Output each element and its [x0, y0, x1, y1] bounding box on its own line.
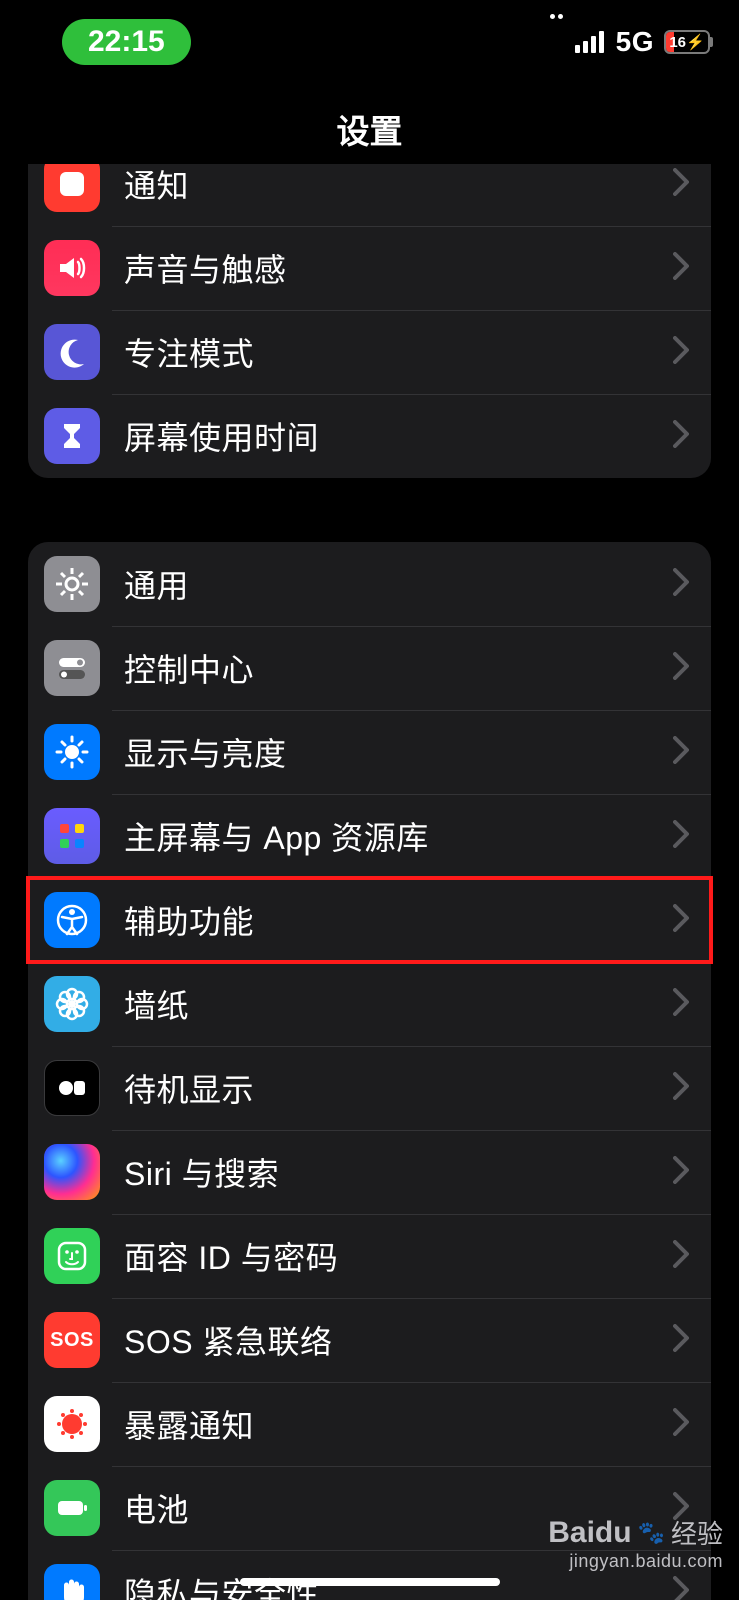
settings-row-standby[interactable]: 待机显示	[28, 1046, 711, 1130]
toggles-icon	[44, 640, 100, 696]
settings-row-label: 辅助功能	[124, 897, 651, 943]
settings-row-hourglass[interactable]: 屏幕使用时间	[28, 394, 711, 478]
settings-row-grid[interactable]: 主屏幕与 App 资源库	[28, 794, 711, 878]
chevron-right-icon	[651, 252, 711, 285]
flower-icon	[44, 976, 100, 1032]
watermark-suffix: 经验	[671, 1514, 723, 1551]
status-bar: 22:15 5G 16⚡	[0, 0, 739, 84]
settings-row-label: 墙纸	[124, 981, 651, 1027]
moon-icon	[44, 324, 100, 380]
settings-row-label: 屏幕使用时间	[124, 413, 651, 459]
chevron-right-icon	[651, 1156, 711, 1189]
settings-row-sos[interactable]: SOS SOS 紧急联络	[28, 1298, 711, 1382]
chevron-right-icon	[651, 1240, 711, 1273]
chevron-right-icon	[651, 1072, 711, 1105]
settings-row-label: 暴露通知	[124, 1401, 651, 1447]
settings-scroll[interactable]: 通知声音与触感专注模式屏幕使用时间 通用控制中心显示与亮度主屏幕与 App 资源…	[0, 164, 739, 1600]
standby-icon	[44, 1060, 100, 1116]
signal-bars-icon	[575, 31, 604, 53]
settings-row-label: Siri 与搜索	[124, 1149, 651, 1195]
gear-icon	[44, 556, 100, 612]
settings-row-label: 专注模式	[124, 329, 651, 375]
chevron-right-icon	[651, 1408, 711, 1441]
accessibility-icon	[44, 892, 100, 948]
nav-bar: 设置	[0, 94, 739, 164]
settings-row-notifications[interactable]: 通知	[28, 164, 711, 226]
chevron-right-icon	[651, 168, 711, 201]
settings-row-label: 面容 ID 与密码	[124, 1233, 651, 1279]
home-indicator[interactable]	[240, 1578, 500, 1586]
settings-row-flower[interactable]: 墙纸	[28, 962, 711, 1046]
network-type: 5G	[616, 26, 654, 58]
battery-icon	[44, 1480, 100, 1536]
battery-indicator: 16⚡	[664, 30, 713, 54]
settings-row-label: 待机显示	[124, 1065, 651, 1111]
paw-icon: 🐾	[638, 1520, 665, 1546]
settings-row-gear[interactable]: 通用	[28, 542, 711, 626]
siri-icon	[44, 1144, 100, 1200]
chevron-right-icon	[651, 1576, 711, 1600]
status-right: 5G 16⚡	[550, 26, 713, 58]
chevron-right-icon	[651, 420, 711, 453]
settings-row-label: 控制中心	[124, 645, 651, 691]
settings-row-speaker[interactable]: 声音与触感	[28, 226, 711, 310]
settings-row-faceid[interactable]: 面容 ID 与密码	[28, 1214, 711, 1298]
chevron-right-icon	[651, 988, 711, 1021]
chevron-right-icon	[651, 736, 711, 769]
faceid-icon	[44, 1228, 100, 1284]
hand-icon	[44, 1564, 100, 1600]
charging-icon: ⚡	[686, 33, 705, 51]
notifications-icon	[44, 164, 100, 212]
chevron-right-icon	[651, 820, 711, 853]
watermark-url: jingyan.baidu.com	[548, 1551, 723, 1572]
speaker-icon	[44, 240, 100, 296]
page-title: 设置	[337, 105, 403, 153]
exposure-icon	[44, 1396, 100, 1452]
settings-group-notifications: 通知声音与触感专注模式屏幕使用时间	[28, 164, 711, 478]
chevron-right-icon	[651, 336, 711, 369]
grid-icon	[44, 808, 100, 864]
chevron-right-icon	[651, 904, 711, 937]
brightness-icon	[44, 724, 100, 780]
settings-group-general: 通用控制中心显示与亮度主屏幕与 App 资源库辅助功能墙纸待机显示 Siri 与搜…	[28, 542, 711, 1600]
settings-row-label: 通用	[124, 561, 651, 607]
settings-row-label: 显示与亮度	[124, 729, 651, 775]
settings-row-label: 主屏幕与 App 资源库	[124, 813, 651, 859]
watermark-brand: Baidu	[548, 1516, 631, 1550]
sos-icon: SOS	[44, 1312, 100, 1368]
settings-row-label: 通知	[124, 164, 651, 207]
watermark: Baidu 🐾经验 jingyan.baidu.com	[548, 1514, 723, 1572]
settings-row-siri[interactable]: Siri 与搜索	[28, 1130, 711, 1214]
settings-row-moon[interactable]: 专注模式	[28, 310, 711, 394]
settings-row-accessibility[interactable]: 辅助功能	[28, 878, 711, 962]
status-time-pill: 22:15	[62, 19, 191, 65]
settings-row-label: 声音与触感	[124, 245, 651, 291]
battery-percent: 16	[669, 34, 686, 51]
settings-row-toggles[interactable]: 控制中心	[28, 626, 711, 710]
settings-row-brightness[interactable]: 显示与亮度	[28, 710, 711, 794]
settings-row-exposure[interactable]: 暴露通知	[28, 1382, 711, 1466]
settings-row-label: SOS 紧急联络	[124, 1317, 651, 1363]
chevron-right-icon	[651, 652, 711, 685]
hourglass-icon	[44, 408, 100, 464]
chevron-right-icon	[651, 1324, 711, 1357]
signal-dots-icon	[550, 14, 563, 19]
chevron-right-icon	[651, 568, 711, 601]
